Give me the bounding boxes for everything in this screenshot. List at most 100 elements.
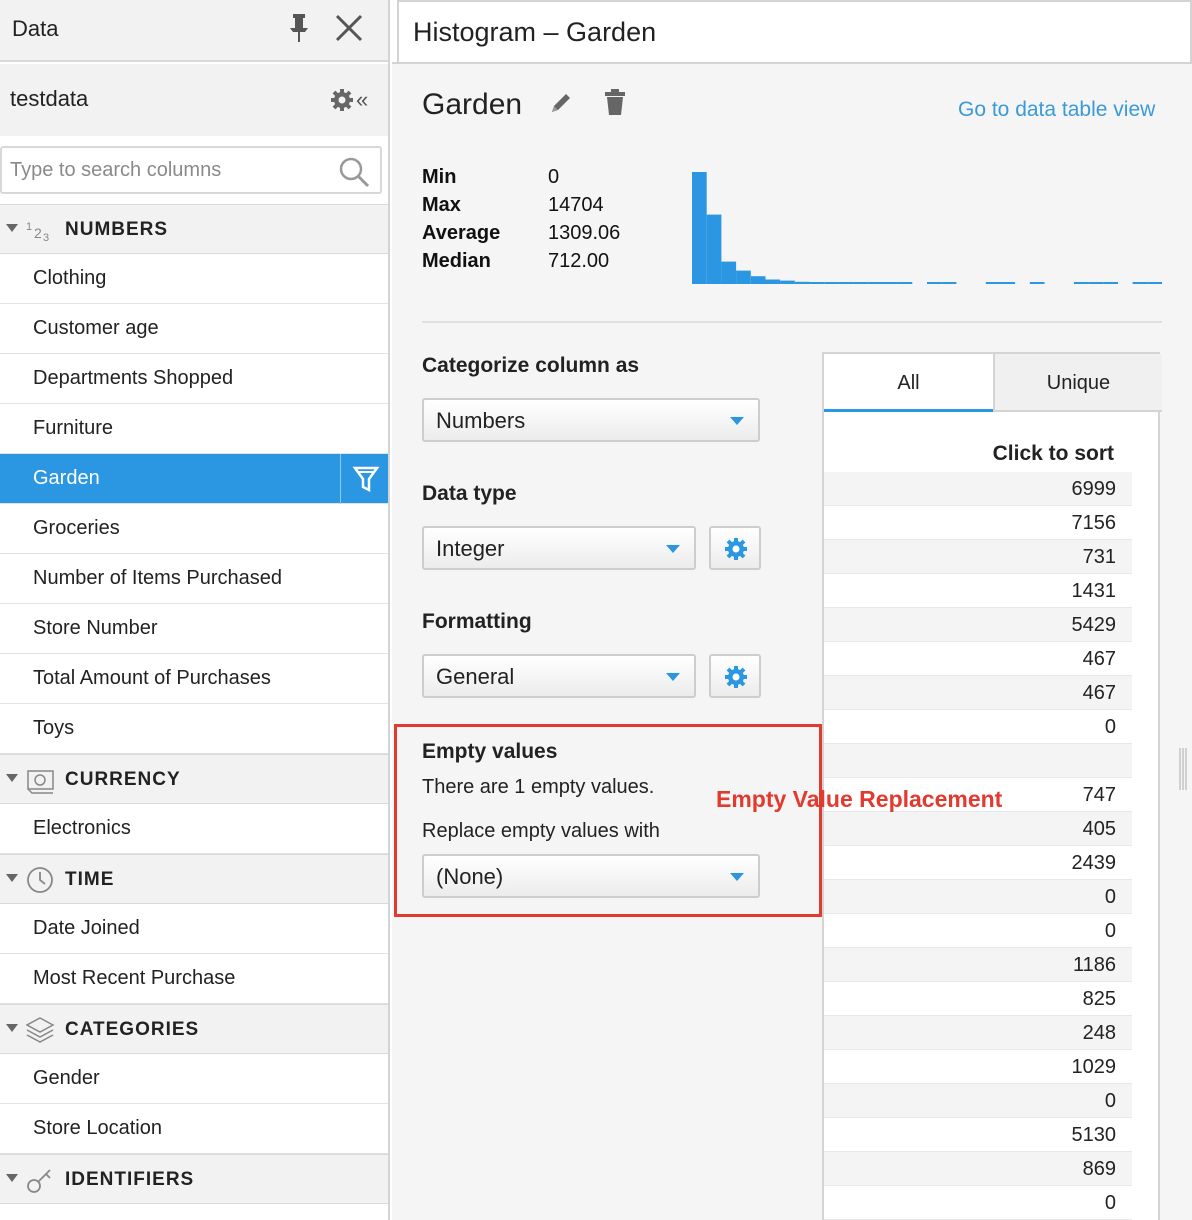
expand-caret-icon[interactable] (6, 774, 18, 782)
column-search (0, 146, 382, 194)
column-item[interactable]: Number of Items Purchased (0, 554, 388, 604)
value-row[interactable]: 1029 (824, 1050, 1132, 1084)
close-icon[interactable] (334, 13, 364, 43)
column-item[interactable]: Garden (0, 454, 388, 504)
resize-handle[interactable] (1178, 744, 1188, 794)
column-item[interactable]: Furniture (0, 404, 388, 454)
column-item[interactable]: Total Amount of Purchases (0, 654, 388, 704)
categorize-dropdown[interactable]: Numbers (422, 398, 760, 442)
column-item-label: Groceries (33, 517, 120, 539)
histogram-bar[interactable] (941, 282, 957, 284)
section-categories[interactable]: CATEGORIES (0, 1004, 388, 1054)
value-row[interactable]: 6999 (824, 472, 1132, 506)
section-time[interactable]: TIME (0, 854, 388, 904)
stat-value: 0 (548, 166, 560, 188)
histogram-bar[interactable] (1132, 282, 1148, 284)
histogram-bar[interactable] (1088, 282, 1104, 284)
gear-icon[interactable] (330, 88, 354, 112)
histogram-bar[interactable] (853, 282, 869, 284)
histogram-bar[interactable] (809, 282, 825, 284)
search-icon[interactable] (338, 156, 370, 188)
value-row[interactable]: 5130 (824, 1118, 1132, 1152)
value-row[interactable]: 0 (824, 914, 1132, 948)
stat-value: 1309.06 (548, 222, 621, 244)
column-item[interactable]: Date Joined (0, 904, 388, 954)
formatting-settings-button[interactable] (709, 654, 761, 698)
column-item[interactable]: Customer age (0, 304, 388, 354)
histogram-bar[interactable] (780, 280, 795, 284)
collapse-panel-icon[interactable]: « (356, 89, 368, 111)
replace-empty-dropdown[interactable]: (None) (422, 854, 760, 898)
search-input[interactable] (10, 156, 330, 184)
filter-icon[interactable] (340, 454, 388, 504)
histogram-bar[interactable] (1103, 282, 1118, 284)
column-item[interactable]: Toys (0, 704, 388, 754)
column-item[interactable]: Electronics (0, 804, 388, 854)
expand-caret-icon[interactable] (6, 1024, 18, 1032)
click-to-sort-header[interactable]: Click to sort (824, 442, 1114, 466)
data-panel-title: Data (12, 16, 59, 41)
column-item[interactable]: Gender (0, 1054, 388, 1104)
expand-caret-icon[interactable] (6, 224, 18, 232)
expand-caret-icon[interactable] (6, 1174, 18, 1182)
value-row[interactable]: 731 (824, 540, 1132, 574)
formatting-dropdown[interactable]: General (422, 654, 696, 698)
data-type-dropdown[interactable]: Integer (422, 526, 696, 570)
value-row[interactable]: 467 (824, 676, 1132, 710)
pin-icon[interactable] (286, 12, 312, 44)
value-row[interactable]: 825 (824, 982, 1132, 1016)
section-currency[interactable]: CURRENCY (0, 754, 388, 804)
value-row[interactable]: 5429 (824, 608, 1132, 642)
value-row[interactable]: 467 (824, 642, 1132, 676)
histogram-bar[interactable] (838, 282, 854, 284)
histogram-bar[interactable] (750, 276, 766, 284)
section-numbers[interactable]: 1 2 3 NUMBERS (0, 204, 388, 254)
value-row[interactable]: 869 (824, 1152, 1132, 1186)
histogram-bar[interactable] (736, 270, 751, 284)
histogram-bar[interactable] (1000, 282, 1016, 284)
value-row[interactable]: 405 (824, 812, 1132, 846)
histogram-bar[interactable] (1073, 282, 1089, 284)
value-row[interactable]: 1431 (824, 574, 1132, 608)
value-row[interactable]: 0 (824, 1186, 1132, 1220)
histogram-bar[interactable] (985, 282, 1001, 284)
histogram-bar[interactable] (706, 214, 722, 284)
histogram-bar[interactable] (692, 172, 707, 284)
value-row[interactable]: 1186 (824, 948, 1132, 982)
column-item[interactable]: Store Location (0, 1104, 388, 1154)
histogram-bar[interactable] (824, 282, 839, 284)
go-to-data-table-link[interactable]: Go to data table view (958, 98, 1155, 122)
trash-icon[interactable] (604, 88, 626, 116)
value-row[interactable]: 7156 (824, 506, 1132, 540)
histogram-bar[interactable] (794, 281, 810, 284)
section-label: IDENTIFIERS (65, 1169, 195, 1190)
value-row[interactable]: 248 (824, 1016, 1132, 1050)
value-row[interactable] (824, 744, 1132, 778)
tab-unique[interactable]: Unique (993, 354, 1162, 412)
column-item[interactable]: Store Number (0, 604, 388, 654)
layers-icon (26, 1017, 55, 1043)
value-row[interactable]: 0 (824, 1084, 1132, 1118)
column-item[interactable]: Groceries (0, 504, 388, 554)
histogram-bar[interactable] (1147, 282, 1162, 284)
svg-text:2: 2 (34, 225, 42, 241)
column-item[interactable]: Departments Shopped (0, 354, 388, 404)
value-row[interactable]: 0 (824, 710, 1132, 744)
expand-caret-icon[interactable] (6, 874, 18, 882)
tab-all[interactable]: All (824, 354, 993, 412)
column-item[interactable]: Most Recent Purchase (0, 954, 388, 1004)
histogram-bar[interactable] (927, 282, 942, 284)
histogram-bar[interactable] (882, 282, 898, 284)
value-row[interactable]: 0 (824, 880, 1132, 914)
value-row[interactable]: 2439 (824, 846, 1132, 880)
histogram-bar[interactable] (868, 282, 883, 284)
edit-icon[interactable] (548, 90, 574, 116)
data-type-value: Integer (436, 536, 505, 561)
column-item[interactable]: Clothing (0, 254, 388, 304)
histogram-bar[interactable] (765, 279, 781, 285)
histogram-bar[interactable] (897, 282, 913, 284)
histogram-bar[interactable] (721, 261, 737, 284)
data-type-settings-button[interactable] (709, 526, 761, 570)
histogram-bar[interactable] (1029, 282, 1045, 284)
section-identifiers[interactable]: IDENTIFIERS (0, 1154, 388, 1204)
